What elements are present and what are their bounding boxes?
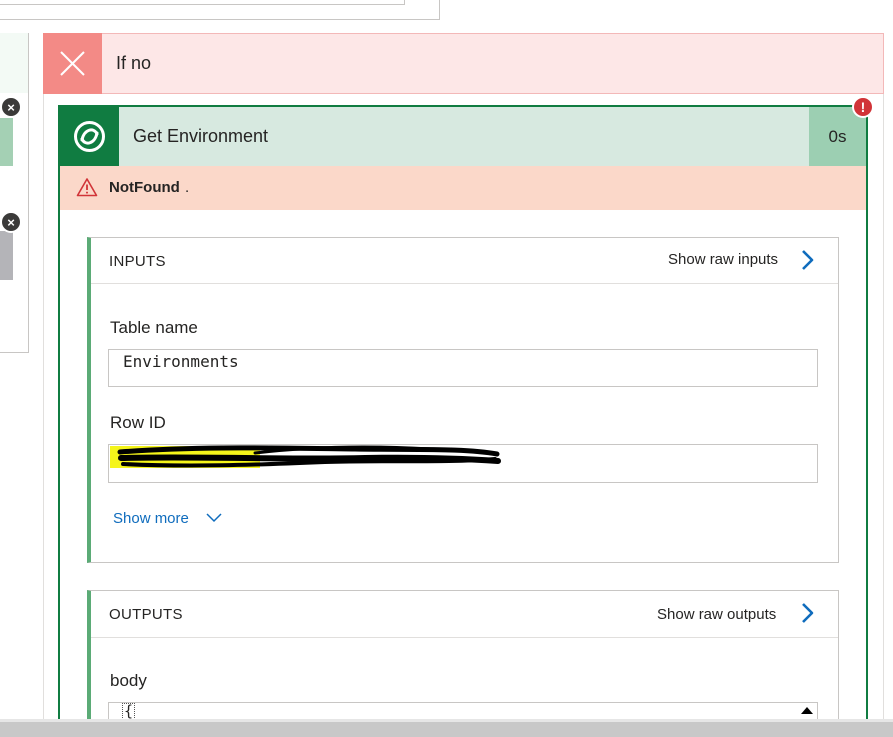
chevron-right-icon[interactable] bbox=[798, 248, 816, 272]
if-yes-skipped-action-card[interactable] bbox=[0, 231, 13, 280]
body-value: { bbox=[122, 702, 136, 720]
scroll-up-arrow-icon[interactable] bbox=[798, 704, 816, 718]
if-yes-branch-header bbox=[0, 33, 28, 93]
chevron-right-icon[interactable] bbox=[798, 601, 816, 625]
if-no-branch-header[interactable] bbox=[43, 33, 884, 94]
show-raw-inputs-link[interactable]: Show raw inputs bbox=[668, 251, 778, 268]
if-no-branch-title: If no bbox=[116, 53, 152, 73]
previous-card-field bbox=[0, 0, 405, 5]
if-yes-action-card[interactable] bbox=[0, 118, 13, 166]
table-name-label: Table name bbox=[110, 318, 198, 337]
show-raw-outputs-link[interactable]: Show raw outputs bbox=[657, 606, 776, 623]
table-name-value: Environments bbox=[123, 352, 239, 371]
error-suffix: . bbox=[185, 179, 190, 196]
inputs-divider bbox=[91, 283, 838, 284]
body-label: body bbox=[110, 671, 147, 690]
show-more-link[interactable]: Show more bbox=[113, 510, 189, 527]
dataverse-icon bbox=[60, 107, 119, 166]
redaction-scribble bbox=[115, 440, 505, 480]
error-status-icon: ! bbox=[852, 96, 874, 118]
action-title: Get Environment bbox=[133, 126, 269, 146]
remove-action-icon[interactable]: × bbox=[0, 96, 22, 118]
chevron-down-icon[interactable] bbox=[205, 511, 223, 525]
error-code: NotFound bbox=[109, 179, 180, 196]
outputs-heading: OUTPUTS bbox=[109, 606, 183, 623]
row-id-label: Row ID bbox=[110, 413, 166, 432]
scrollbar-track bbox=[0, 719, 893, 722]
inputs-section bbox=[87, 237, 839, 563]
close-icon bbox=[43, 33, 102, 94]
warning-icon bbox=[76, 177, 98, 197]
remove-action-icon[interactable]: × bbox=[0, 211, 22, 233]
outputs-divider bbox=[91, 637, 838, 638]
error-message-bar bbox=[60, 166, 866, 210]
inputs-heading: INPUTS bbox=[109, 253, 166, 270]
